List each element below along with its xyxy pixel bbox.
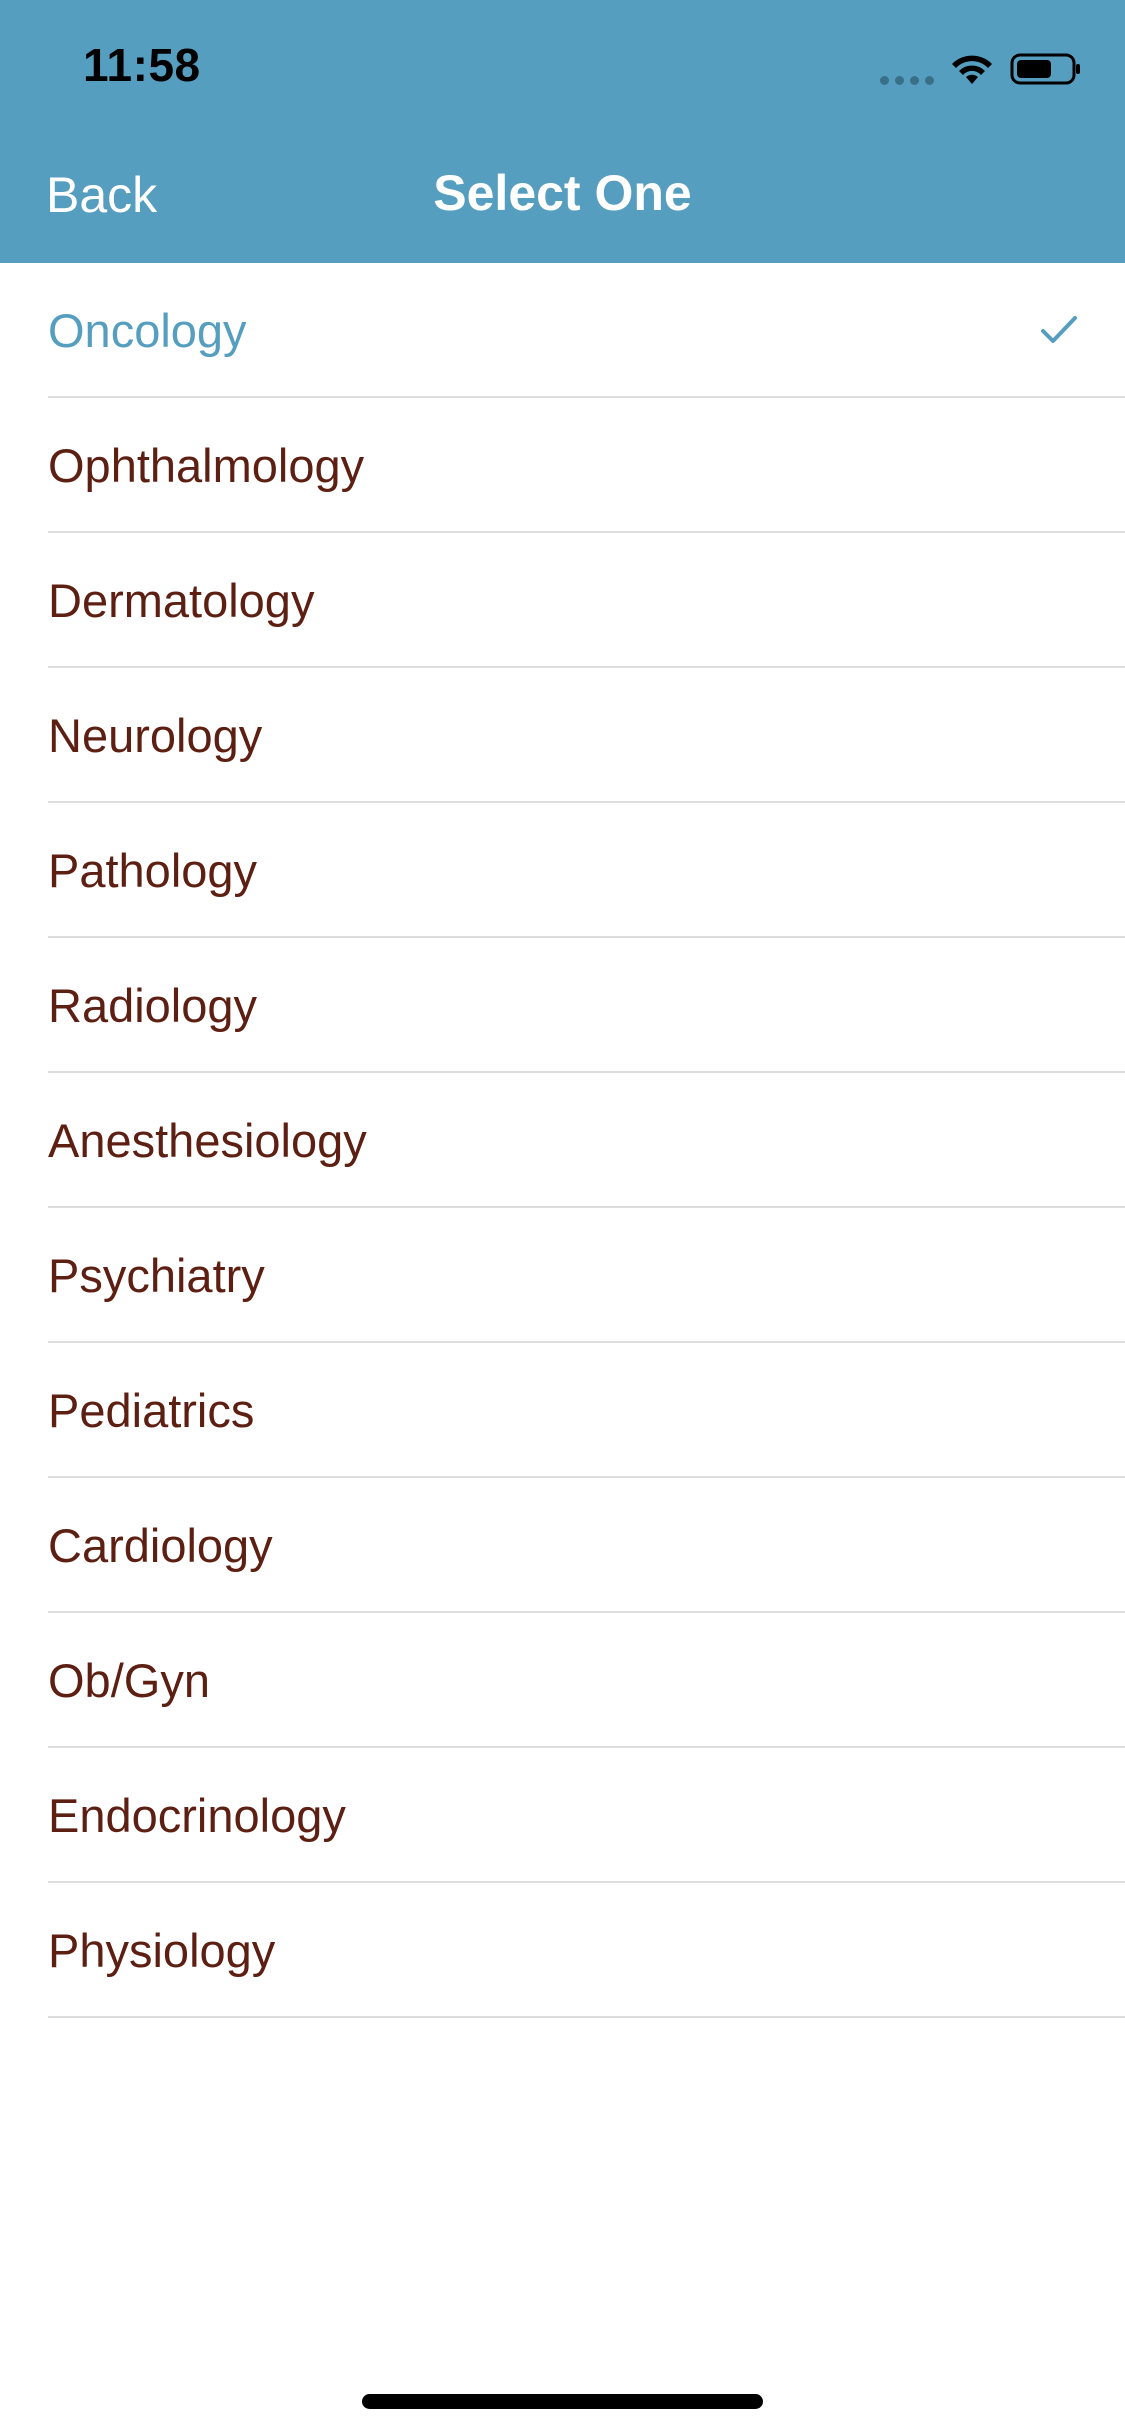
list-item-label: Anesthesiology (48, 1114, 367, 1167)
list-item[interactable]: Physiology (0, 1883, 1125, 2018)
back-button[interactable]: Back (46, 166, 157, 224)
list-item-label: Endocrinology (48, 1789, 346, 1842)
signal-dots-icon (880, 76, 936, 86)
list-item-label: Dermatology (48, 574, 315, 627)
battery-icon (1010, 53, 1080, 85)
list-item-label: Pathology (48, 844, 258, 897)
list-item[interactable]: Ob/Gyn (0, 1613, 1125, 1748)
list-item-label: Radiology (48, 979, 258, 1032)
list-item-label: Pediatrics (48, 1384, 255, 1437)
nav-title-container: Select One (0, 164, 1125, 222)
list-item[interactable]: Pediatrics (0, 1343, 1125, 1478)
list-item[interactable]: Anesthesiology (0, 1073, 1125, 1208)
list-item-label: Ob/Gyn (48, 1654, 210, 1707)
status-time: 11:58 (83, 39, 201, 91)
list-item-label: Cardiology (48, 1519, 273, 1572)
specialty-list: Oncology Ophthalmology Dermatology Neurolog… (0, 263, 1125, 2018)
list-item[interactable]: Radiology (0, 938, 1125, 1073)
list-item[interactable]: Endocrinology (0, 1748, 1125, 1883)
list-item[interactable]: Ophthalmology (0, 398, 1125, 533)
wifi-icon (952, 55, 992, 84)
row-divider (48, 2016, 1125, 2018)
home-indicator[interactable] (362, 2394, 763, 2409)
list-item-label: Physiology (48, 1924, 276, 1977)
list-item-label: Neurology (48, 709, 263, 762)
header: 11:58 Back Select One (0, 0, 1125, 263)
list-item-label: Ophthalmology (48, 439, 365, 492)
list-item-label: Psychiatry (48, 1249, 265, 1302)
list-item[interactable]: Cardiology (0, 1478, 1125, 1613)
select-one-screen: 11:58 Back Select One Oncology Ophthalmol… (0, 0, 1125, 2436)
list-item[interactable]: Neurology (0, 668, 1125, 803)
list-item[interactable]: Dermatology (0, 533, 1125, 668)
list-item[interactable]: Pathology (0, 803, 1125, 938)
list-item[interactable]: Oncology (0, 263, 1125, 398)
checkmark-icon (1041, 316, 1077, 343)
list-item-label: Oncology (48, 304, 247, 357)
list-item[interactable]: Psychiatry (0, 1208, 1125, 1343)
page-title: Select One (433, 165, 692, 221)
